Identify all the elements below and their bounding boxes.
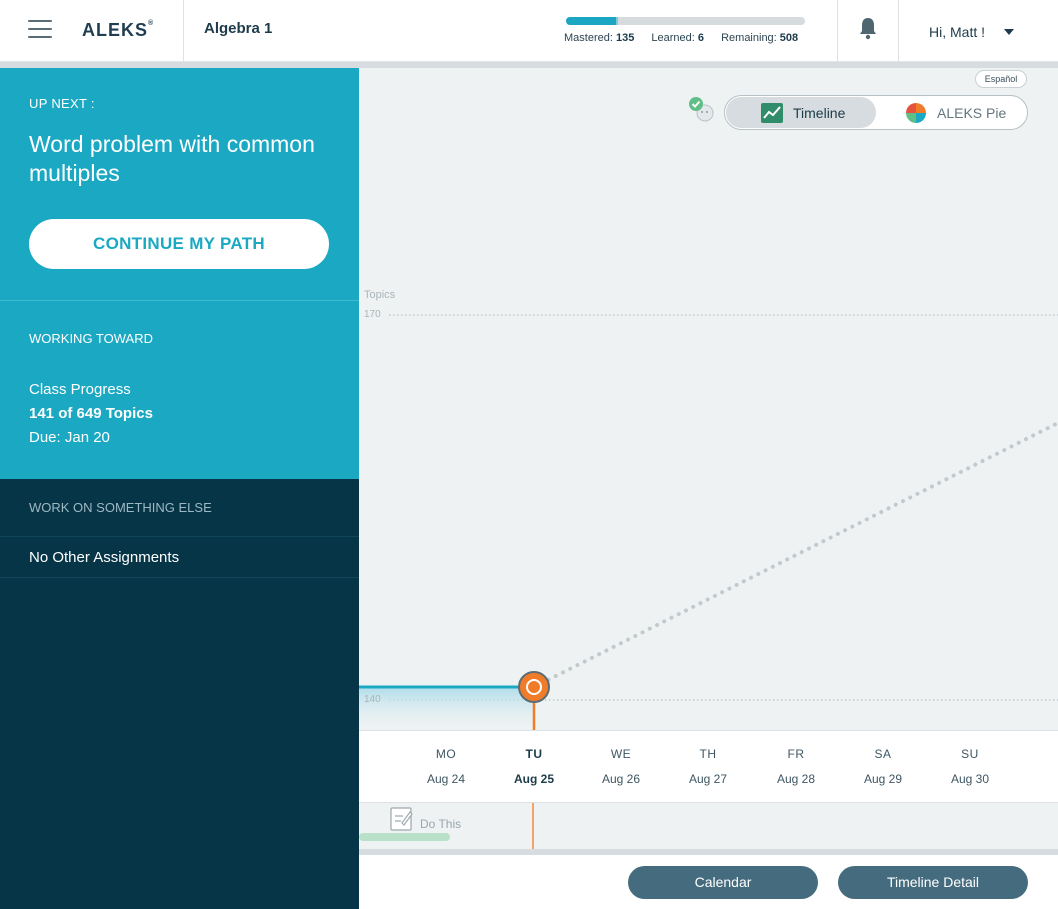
sidebar: UP NEXT : Word problem with common multi… [0,68,359,909]
header-divider [837,0,838,62]
topics-count: 141 of 649 Topics [29,405,153,422]
y-axis-title: Topics [364,289,396,301]
day-column[interactable]: SU Aug 30 [940,747,1000,786]
progress-stats: Mastered: 135 Learned: 6 Remaining: 508 [564,32,799,44]
assignment-label[interactable]: Do This [420,817,461,831]
working-toward-panel: WORKING TOWARD Class Progress 141 of 649… [0,300,359,479]
no-other-assignments: No Other Assignments [29,549,180,566]
progress-area [359,687,534,730]
tab-timeline[interactable]: Timeline [726,97,876,128]
menu-icon[interactable] [28,20,52,42]
header-divider [183,0,184,62]
work-on-something-else-label: WORK ON SOMETHING ELSE [29,500,212,515]
assignment-icon [390,807,413,831]
y-tick-140: 140 [364,694,381,705]
day-column-today[interactable]: TU Aug 25 [504,747,564,786]
assignment-strip: Do This [359,802,1058,850]
assignment-bar[interactable] [359,833,450,841]
due-date: Due: Jan 20 [29,429,110,446]
timeline-detail-button[interactable]: Timeline Detail [838,866,1028,899]
calendar-button[interactable]: Calendar [628,866,818,899]
top-header: ALEKS® Algebra 1 Mastered: 135 Learned: … [0,0,1058,62]
timeline-chart [359,314,1058,730]
up-next-topic: Word problem with common multiples [29,131,315,186]
bell-icon[interactable] [858,16,878,40]
pie-chart-icon [906,103,926,123]
espanol-button[interactable]: Español [975,70,1027,88]
learned-progress-fill [615,17,618,25]
timeline-panel: Topics 170 140 Español Timeline ALEKS Pi… [359,68,1058,730]
up-next-label: UP NEXT : [29,96,95,111]
mastered-progress-fill [566,17,616,25]
divider [0,577,359,578]
projection-line [532,421,1058,689]
working-toward-label: WORKING TOWARD [29,331,153,346]
student-avatar-icon[interactable] [686,95,718,127]
header-divider [898,0,899,62]
bottom-bar: Calendar Timeline Detail [359,855,1058,909]
up-next-panel: UP NEXT : Word problem with common multi… [0,68,359,300]
user-greeting[interactable]: Hi, Matt ! [929,24,985,40]
day-column[interactable]: TH Aug 27 [678,747,738,786]
day-column[interactable]: WE Aug 26 [591,747,651,786]
tab-aleks-pie[interactable]: ALEKS Pie [877,97,1027,128]
tab-timeline-label: Timeline [793,105,846,121]
day-column[interactable]: SA Aug 29 [853,747,913,786]
date-strip: MO Aug 24 TU Aug 25 WE Aug 26 TH Aug 27 FR Au… [359,730,1058,802]
course-title: Algebra 1 [204,20,273,37]
mastered-count: 135 [615,32,635,44]
chevron-down-icon[interactable] [1004,29,1014,35]
timeline-icon [761,103,783,123]
y-tick-170: 170 [364,309,381,320]
class-progress-link[interactable]: Class Progress [29,381,131,398]
remaining-count: 508 [779,32,799,44]
today-line [532,803,534,850]
view-toggle: Timeline ALEKS Pie [724,95,1028,130]
day-column[interactable]: MO Aug 24 [416,747,476,786]
tab-aleks-pie-label: ALEKS Pie [937,105,1007,121]
divider [0,536,359,537]
aleks-logo[interactable]: ALEKS® [82,20,154,41]
course-progress-bar [566,17,805,25]
day-column[interactable]: FR Aug 28 [766,747,826,786]
today-marker[interactable] [518,671,550,703]
continue-my-path-button[interactable]: CONTINUE MY PATH [29,219,329,269]
learned-count: 6 [697,32,705,44]
